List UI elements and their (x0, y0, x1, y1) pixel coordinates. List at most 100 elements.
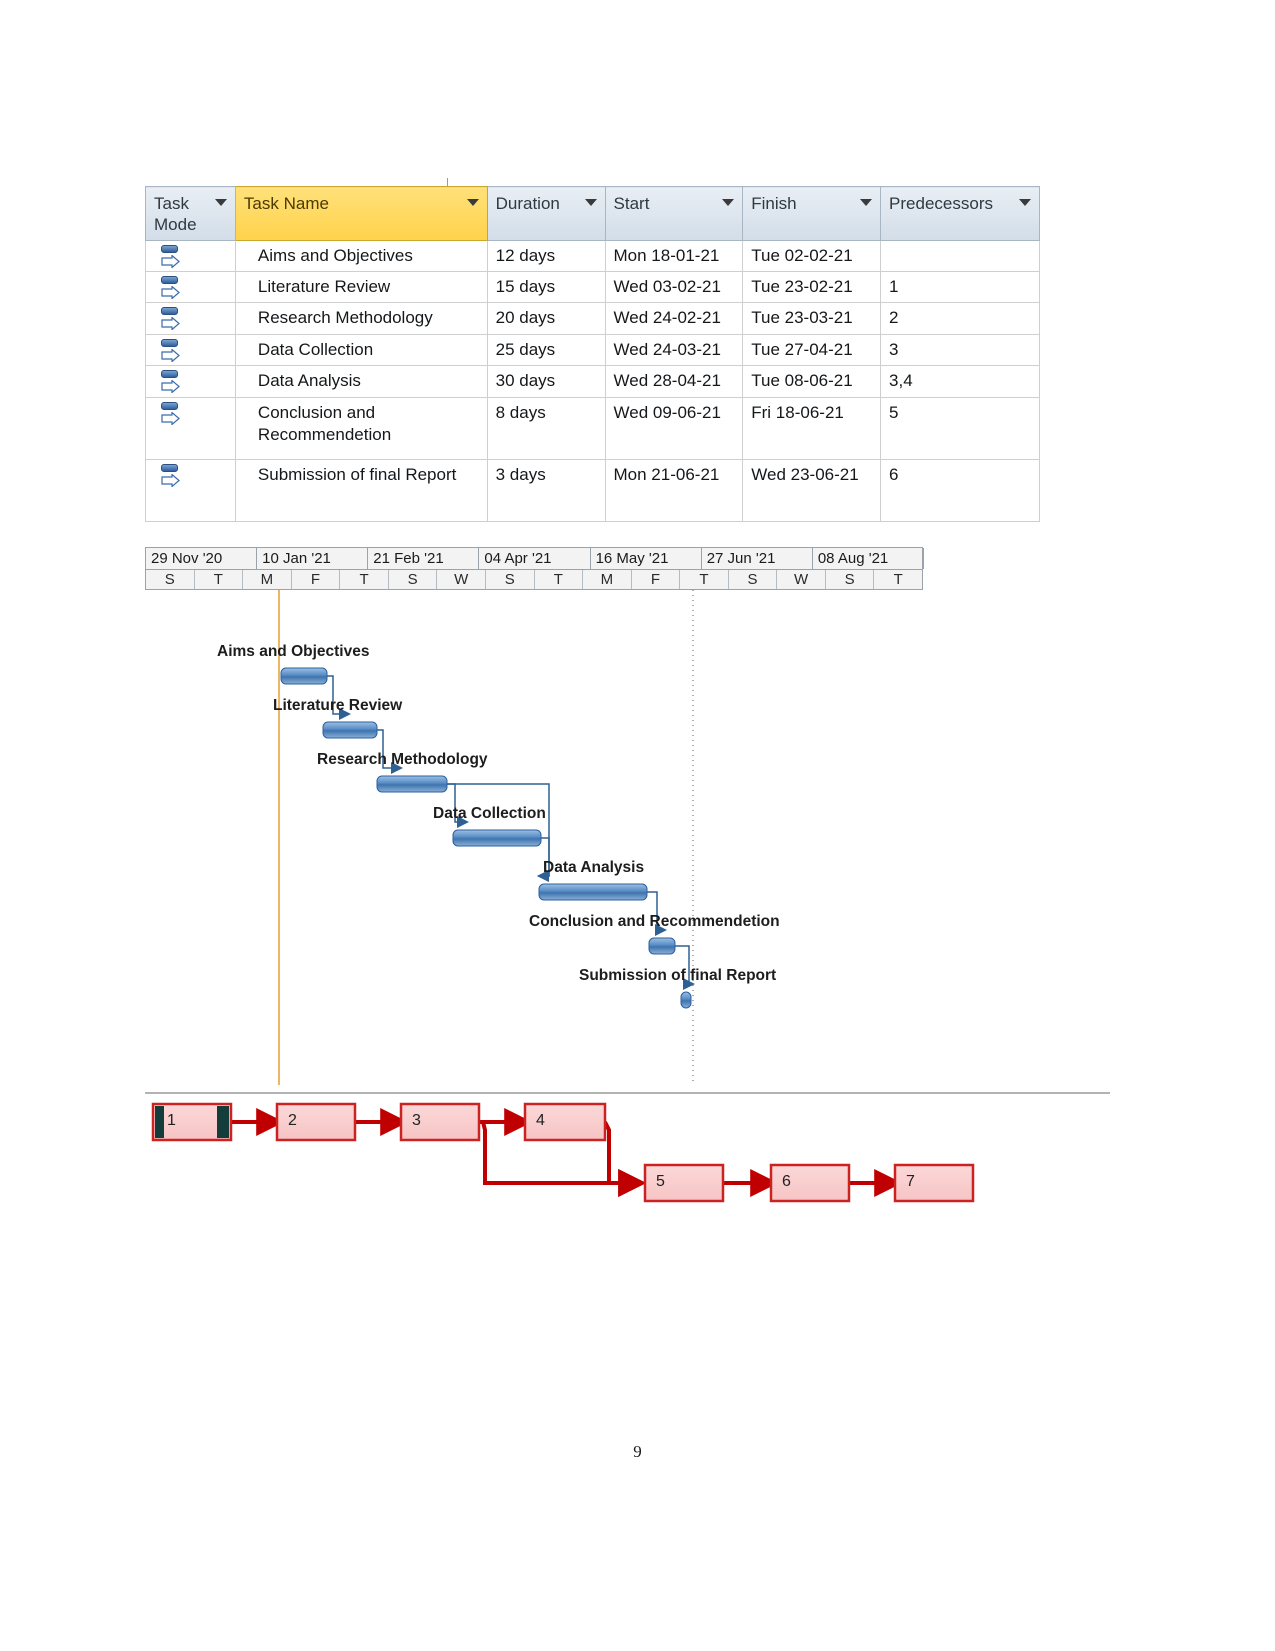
start-marker-right (217, 1106, 229, 1138)
task-mode-cell[interactable] (145, 365, 236, 398)
column-header-duration[interactable]: Duration (486, 186, 606, 241)
gantt-chart: 29 Nov '20 10 Jan '21 21 Feb '21 04 Apr '21… (145, 547, 924, 1085)
timescale-major-cell: 04 Apr '21 (479, 548, 591, 569)
timescale-minor-cell: S (826, 570, 875, 589)
start-date-cell[interactable]: Wed 09-06-21 (604, 396, 744, 460)
timescale-major-cell: 27 Jun '21 (702, 548, 813, 569)
predecessors-cell[interactable] (880, 239, 1040, 272)
task-mode-cell[interactable] (145, 396, 236, 460)
gantt-bar[interactable] (538, 883, 648, 901)
duration-cell[interactable]: 30 days (486, 365, 606, 398)
gantt-bar[interactable] (680, 991, 692, 1009)
task-name-cell[interactable]: Data Analysis (234, 365, 488, 398)
column-header-start[interactable]: Start (604, 186, 744, 241)
table-row[interactable]: Data Collection 25 days Wed 24-03-21 Tue 27… (145, 333, 1040, 367)
timescale-major-cell: 16 May '21 (591, 548, 702, 569)
start-date-cell[interactable]: Wed 28-04-21 (604, 365, 744, 398)
duration-cell[interactable]: 8 days (486, 396, 606, 460)
auto-schedule-icon (160, 401, 186, 427)
precedence-network-diagram: 1 2 3 4 5 6 7 (145, 1088, 1110, 1223)
auto-schedule-icon (160, 275, 186, 301)
duration-cell[interactable]: 20 days (486, 302, 606, 335)
start-marker-left (155, 1106, 164, 1138)
timescale-minor-cell: T (893, 571, 903, 588)
start-date-cell[interactable]: Wed 03-02-21 (604, 270, 744, 304)
gantt-bar[interactable] (280, 667, 328, 685)
column-header-finish[interactable]: Finish (742, 186, 882, 241)
chevron-down-icon[interactable] (214, 199, 227, 206)
chevron-down-icon[interactable] (1019, 199, 1031, 206)
gantt-bar[interactable] (322, 721, 378, 739)
timescale-minor-cell: T (680, 570, 729, 589)
task-name-cell[interactable]: Conclusion and Recommendetion (234, 396, 488, 460)
finish-date-cell[interactable]: Tue 02-02-21 (742, 239, 882, 272)
column-header-task-name[interactable]: Task Name (234, 186, 488, 241)
network-node-label-2: 2 (288, 1112, 297, 1129)
task-mode-cell[interactable] (145, 302, 236, 335)
gantt-bar[interactable] (452, 829, 542, 847)
finish-date-cell[interactable]: Tue 23-02-21 (742, 270, 882, 304)
chevron-down-icon[interactable] (584, 199, 597, 206)
auto-schedule-icon (160, 244, 186, 270)
gantt-bar[interactable] (376, 775, 448, 793)
predecessors-cell[interactable]: 2 (880, 302, 1040, 335)
duration-cell[interactable]: 12 days (486, 239, 606, 272)
timescale-major-cell: 08 Aug '21 (813, 548, 924, 569)
task-mode-cell[interactable] (145, 333, 236, 367)
network-nodes (151, 1102, 975, 1203)
chevron-down-icon[interactable] (466, 199, 479, 206)
start-date-cell[interactable]: Mon 18-01-21 (604, 239, 744, 272)
finish-date-cell[interactable]: Tue 08-06-21 (742, 365, 882, 398)
auto-schedule-icon (160, 463, 186, 489)
task-name-cell[interactable]: Submission of final Report (234, 458, 488, 522)
column-header-label: Task Mode (154, 194, 197, 235)
column-header-predecessors[interactable]: Predecessors (880, 186, 1040, 241)
auto-schedule-icon (160, 338, 186, 364)
timescale-major-cell: 29 Nov '20 (146, 548, 258, 569)
start-date-cell[interactable]: Wed 24-03-21 (604, 333, 744, 367)
timescale-minor-cell: T (535, 570, 584, 589)
gantt-bar-label: Data Analysis (543, 859, 645, 876)
predecessors-cell[interactable]: 3 (880, 333, 1040, 367)
gantt-bar-label: Conclusion and Recommendetion (529, 913, 780, 930)
duration-cell[interactable]: 3 days (486, 458, 606, 522)
network-node-label-1: 1 (167, 1112, 176, 1129)
chevron-down-icon[interactable] (860, 199, 873, 206)
duration-cell[interactable]: 25 days (486, 333, 606, 367)
finish-date-cell[interactable]: Tue 27-04-21 (742, 333, 882, 367)
table-row[interactable]: Literature Review 15 days Wed 03-02-21 Tue … (145, 270, 1040, 304)
gantt-bar-label: Literature Review (273, 697, 403, 714)
table-row[interactable]: Conclusion and Recommendetion 8 days Wed 0… (145, 396, 1040, 460)
finish-date-cell[interactable]: Wed 23-06-21 (742, 458, 882, 522)
task-name-cell[interactable]: Literature Review (234, 270, 488, 304)
timescale-minor-cell: S (146, 570, 195, 589)
table-row[interactable]: Data Analysis 30 days Wed 28-04-21 Tue 08-0… (145, 365, 1040, 398)
gantt-bar[interactable] (648, 937, 676, 955)
timescale-minor-cell: T (195, 570, 244, 589)
gantt-bar-label: Research Methodology (317, 751, 488, 768)
start-date-cell[interactable]: Mon 21-06-21 (604, 458, 744, 522)
table-row[interactable]: Submission of final Report 3 days Mon 21-0… (145, 458, 1040, 522)
task-mode-cell[interactable] (145, 458, 236, 522)
timescale-minor-cell: S (389, 570, 438, 589)
finish-date-cell[interactable]: Tue 23-03-21 (742, 302, 882, 335)
task-name-cell[interactable]: Data Collection (234, 333, 488, 367)
predecessors-cell[interactable]: 6 (880, 458, 1040, 522)
network-node-label-7: 7 (906, 1173, 915, 1190)
start-date-cell[interactable]: Wed 24-02-21 (604, 302, 744, 335)
predecessors-cell[interactable]: 3,4 (880, 365, 1040, 398)
timescale-minor-cell: W (777, 570, 826, 589)
predecessors-cell[interactable]: 5 (880, 396, 1040, 460)
table-row[interactable]: Research Methodology 20 days Wed 24-02-21 T… (145, 302, 1040, 335)
duration-cell[interactable]: 15 days (486, 270, 606, 304)
network-node-label-4: 4 (536, 1112, 545, 1129)
column-header-task-mode[interactable]: Task Mode (145, 186, 236, 241)
chevron-down-icon[interactable] (722, 199, 735, 206)
task-name-cell[interactable]: Research Methodology (234, 302, 488, 335)
task-mode-cell[interactable] (145, 239, 236, 272)
finish-date-cell[interactable]: Fri 18-06-21 (742, 396, 882, 460)
task-name-cell[interactable]: Aims and Objectives (234, 239, 488, 272)
predecessors-cell[interactable]: 1 (880, 270, 1040, 304)
table-row[interactable]: Aims and Objectives 12 days Mon 18-01-21 Tu… (145, 239, 1040, 272)
task-mode-cell[interactable] (145, 270, 236, 304)
